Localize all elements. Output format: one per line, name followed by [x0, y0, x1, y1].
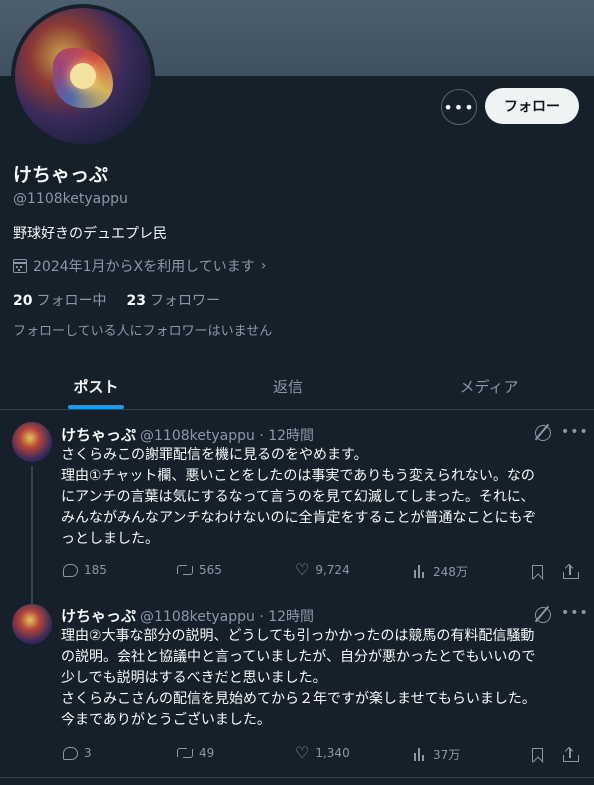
like-count: 9,724: [315, 563, 350, 577]
following-label: フォロー中: [36, 293, 107, 309]
post-actions: 3 49 ♡ 1,340 37万: [61, 743, 581, 766]
post-author-meta[interactable]: @1108ketyappu · 12時間: [140, 606, 314, 626]
post-avatar[interactable]: [12, 422, 52, 462]
follow-stats: 20 フォロー中 23 フォロワー: [13, 290, 220, 310]
views-count: 37万: [433, 748, 461, 762]
post-text: さくらみこの謝罪配信を機に見るのをやめます。 理由①チャット欄、悪いことをしたの…: [61, 447, 537, 547]
post-actions: 185 565 ♡ 9,724 248万: [61, 560, 581, 583]
post-author-name[interactable]: けちゃっぷ: [61, 605, 136, 626]
profile-bio: 野球好きのデュエプレ民: [13, 226, 167, 242]
tab-replies[interactable]: 返信: [192, 364, 384, 409]
grok-icon[interactable]: [535, 425, 551, 441]
repost-button[interactable]: 49: [177, 746, 214, 760]
calendar-icon: [13, 259, 27, 273]
post-text: 理由②大事な部分の説明、どうしても引っかかったのは競馬の有料配信騒動 の説明。会…: [61, 628, 536, 728]
repost-button[interactable]: 565: [177, 563, 222, 577]
joined-date[interactable]: 2024年1月からXを利用しています ›: [13, 256, 266, 276]
repost-count: 565: [199, 563, 222, 577]
reply-icon: [63, 746, 78, 760]
like-button[interactable]: ♡ 1,340: [295, 743, 350, 762]
bookmark-icon[interactable]: [532, 565, 543, 579]
reply-icon: [63, 563, 78, 577]
heart-icon: ♡: [295, 560, 310, 579]
reply-count: 185: [84, 563, 107, 577]
like-button[interactable]: ♡ 9,724: [295, 560, 350, 579]
tab-media[interactable]: メディア: [384, 364, 594, 409]
reply-button[interactable]: 185: [63, 563, 107, 577]
share-icon[interactable]: [563, 563, 579, 579]
views-icon: [413, 748, 427, 761]
views-count: 248万: [433, 565, 468, 579]
like-count: 1,340: [315, 746, 350, 760]
reply-button[interactable]: 3: [63, 746, 92, 760]
thread-line: [31, 466, 33, 604]
post-menu-button[interactable]: •••: [561, 605, 589, 621]
post-header: けちゃっぷ @1108ketyappu · 12時間: [61, 605, 314, 626]
views-button[interactable]: 248万: [413, 563, 468, 580]
repost-count: 49: [199, 746, 215, 760]
joined-text: 2024年1月からXを利用しています: [33, 259, 255, 275]
following-link[interactable]: 20 フォロー中: [13, 290, 106, 310]
post-avatar[interactable]: [12, 604, 52, 644]
post-author-meta[interactable]: @1108ketyappu · 12時間: [140, 425, 314, 445]
profile-tabs: ポスト 返信 メディア: [0, 364, 594, 410]
reply-count: 3: [84, 746, 92, 760]
avatar-image: [15, 8, 151, 144]
post-divider: [0, 777, 594, 778]
views-icon: [413, 565, 427, 578]
post-menu-button[interactable]: •••: [561, 424, 589, 440]
repost-icon: [177, 564, 193, 576]
post-header: けちゃっぷ @1108ketyappu · 12時間: [61, 424, 314, 445]
followers-count: 23: [126, 293, 146, 309]
post-author-name[interactable]: けちゃっぷ: [61, 424, 136, 445]
heart-icon: ♡: [295, 743, 310, 762]
following-count: 20: [13, 293, 33, 309]
followers-label: フォロワー: [149, 293, 220, 309]
post-2[interactable]: けちゃっぷ @1108ketyappu · 12時間 ••• 理由②大事な部分の…: [0, 600, 594, 776]
bookmark-icon[interactable]: [532, 748, 543, 762]
views-button[interactable]: 37万: [413, 746, 460, 763]
share-icon[interactable]: [563, 746, 579, 762]
chevron-right-icon: ›: [260, 258, 267, 274]
grok-icon[interactable]: [535, 607, 551, 623]
more-options-button[interactable]: •••: [441, 89, 477, 125]
repost-icon: [177, 747, 193, 759]
profile-avatar[interactable]: [11, 4, 155, 148]
post-1[interactable]: けちゃっぷ @1108ketyappu · 12時間 ••• さくらみこの謝罪配…: [0, 410, 594, 604]
follow-button[interactable]: フォロー: [485, 88, 579, 124]
mutual-followers-note: フォローしている人にフォロワーはいません: [13, 324, 273, 339]
followers-link[interactable]: 23 フォロワー: [126, 290, 219, 310]
tab-posts[interactable]: ポスト: [0, 364, 192, 409]
user-handle: @1108ketyappu: [13, 191, 128, 207]
display-name: けちゃっぷ: [13, 164, 109, 186]
